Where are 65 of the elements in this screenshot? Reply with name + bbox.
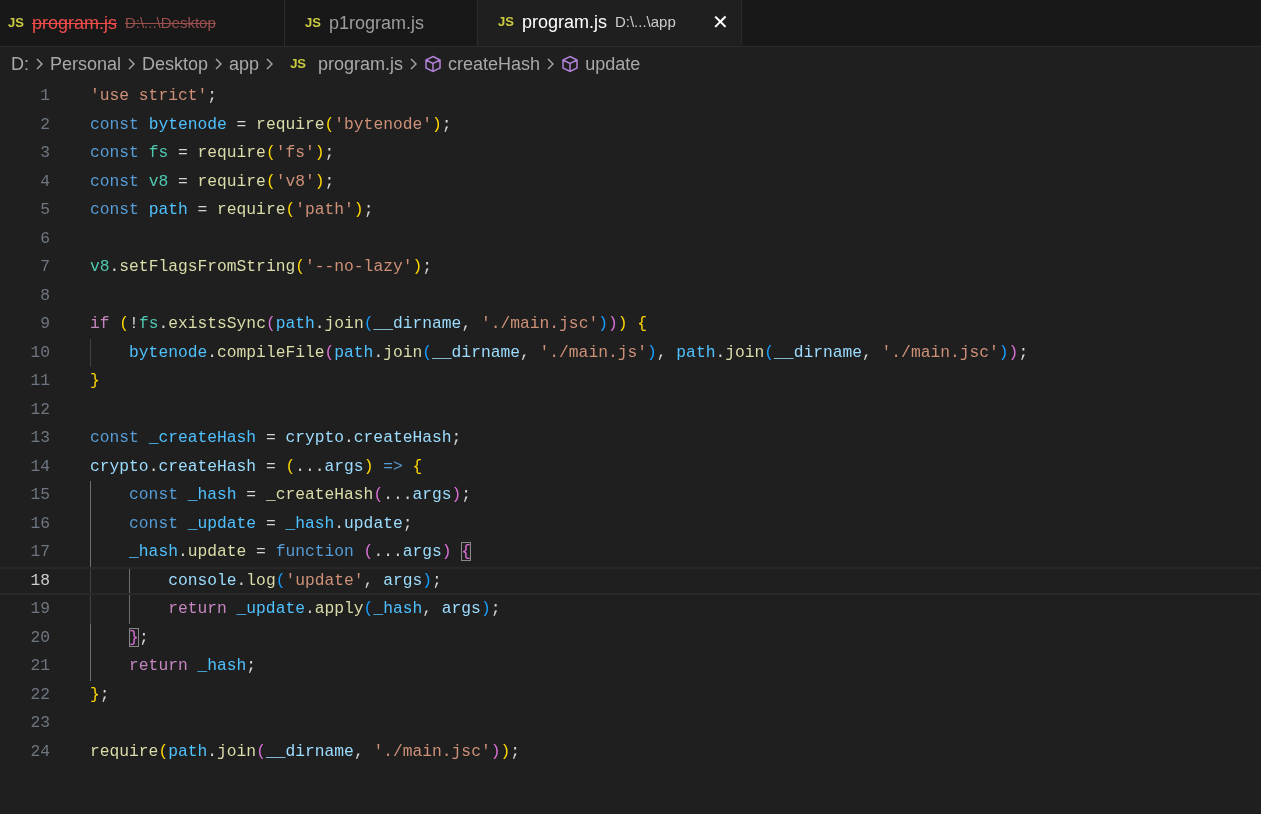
breadcrumb-item[interactable]: update bbox=[561, 50, 641, 78]
line-number: 16 bbox=[29, 512, 50, 535]
line-number: 15 bbox=[29, 484, 50, 507]
editor-tab[interactable]: JS program.js D:\...\app ✕ bbox=[478, 0, 742, 46]
code-line: }; bbox=[90, 683, 110, 706]
code-line: const v8 = require('v8'); bbox=[90, 170, 335, 193]
line-number: 17 bbox=[29, 541, 50, 564]
code-line: 'use strict'; bbox=[90, 85, 218, 108]
breadcrumb-item[interactable]: D: bbox=[11, 50, 29, 78]
line-number: 23 bbox=[29, 712, 50, 735]
line-number: 6 bbox=[39, 227, 50, 250]
chevron-right-icon bbox=[546, 57, 556, 71]
code-line: const fs = require('fs'); bbox=[90, 142, 335, 165]
javascript-file-icon: JS bbox=[290, 54, 307, 74]
line-number: 7 bbox=[39, 256, 50, 279]
line-number: 10 bbox=[29, 341, 50, 364]
line-number: 9 bbox=[39, 313, 50, 336]
line-number: 2 bbox=[39, 113, 50, 136]
chevron-right-icon bbox=[35, 57, 44, 71]
javascript-file-icon: JS bbox=[305, 13, 321, 33]
code-line: _hash.update = function (...args) { bbox=[128, 541, 472, 564]
code-line: const _createHash = crypto.createHash; bbox=[90, 427, 462, 450]
line-number: 8 bbox=[39, 284, 50, 307]
breadcrumb-item[interactable]: app bbox=[229, 50, 260, 78]
code-line: console.log('update', args); bbox=[167, 569, 442, 592]
line-number: 3 bbox=[39, 142, 50, 165]
javascript-file-icon: JS bbox=[8, 13, 24, 33]
line-number: 18 bbox=[29, 569, 50, 592]
chevron-right-icon bbox=[409, 57, 419, 71]
javascript-file-icon: JS bbox=[498, 12, 514, 32]
cube-icon bbox=[424, 55, 443, 73]
line-number: 11 bbox=[29, 370, 50, 393]
code-line: const _hash = _createHash(...args); bbox=[128, 484, 472, 507]
code-line: const bytenode = require('bytenode'); bbox=[90, 113, 452, 136]
line-number: 19 bbox=[29, 598, 50, 621]
breadcrumb-item[interactable]: JS program.js bbox=[290, 50, 404, 78]
line-number: 1 bbox=[39, 85, 50, 108]
chevron-right-icon bbox=[127, 57, 137, 71]
line-number: 5 bbox=[39, 199, 50, 222]
line-number: 13 bbox=[29, 427, 50, 450]
line-number: 4 bbox=[39, 170, 50, 193]
code-line: }; bbox=[128, 626, 149, 649]
code-line: return _update.apply(_hash, args); bbox=[167, 598, 501, 621]
line-number: 22 bbox=[29, 683, 50, 706]
breadcrumb-item[interactable]: Personal bbox=[50, 50, 122, 78]
chevron-right-icon bbox=[265, 57, 275, 71]
code-line: } bbox=[90, 370, 100, 393]
cube-icon bbox=[561, 55, 580, 73]
code-line: crypto.createHash = (...args) => { bbox=[90, 455, 423, 478]
close-icon[interactable]: ✕ bbox=[712, 7, 729, 37]
code-line: require(path.join(__dirname, './main.jsc')); bbox=[90, 740, 520, 763]
breadcrumb-item[interactable]: createHash bbox=[424, 50, 541, 78]
code-line: return _hash; bbox=[128, 655, 257, 678]
code-line: const _update = _hash.update; bbox=[128, 512, 413, 535]
code-line: const path = require('path'); bbox=[90, 199, 374, 222]
breadcrumb-item[interactable]: Desktop bbox=[142, 50, 209, 78]
code-line: v8.setFlagsFromString('--no-lazy'); bbox=[90, 256, 433, 279]
chevron-right-icon bbox=[214, 57, 224, 71]
line-number: 12 bbox=[29, 398, 50, 421]
line-number: 21 bbox=[29, 655, 50, 678]
code-line: bytenode.compileFile(path.join(__dirname, './main.js'), path.join(__dirname, './main.jsc')); bbox=[128, 341, 1029, 364]
line-number: 14 bbox=[29, 455, 50, 478]
line-number: 24 bbox=[29, 740, 50, 763]
line-number: 20 bbox=[29, 626, 50, 649]
code-line: if (!fs.existsSync(path.join(__dirname, './main.jsc'))) { bbox=[90, 313, 648, 336]
